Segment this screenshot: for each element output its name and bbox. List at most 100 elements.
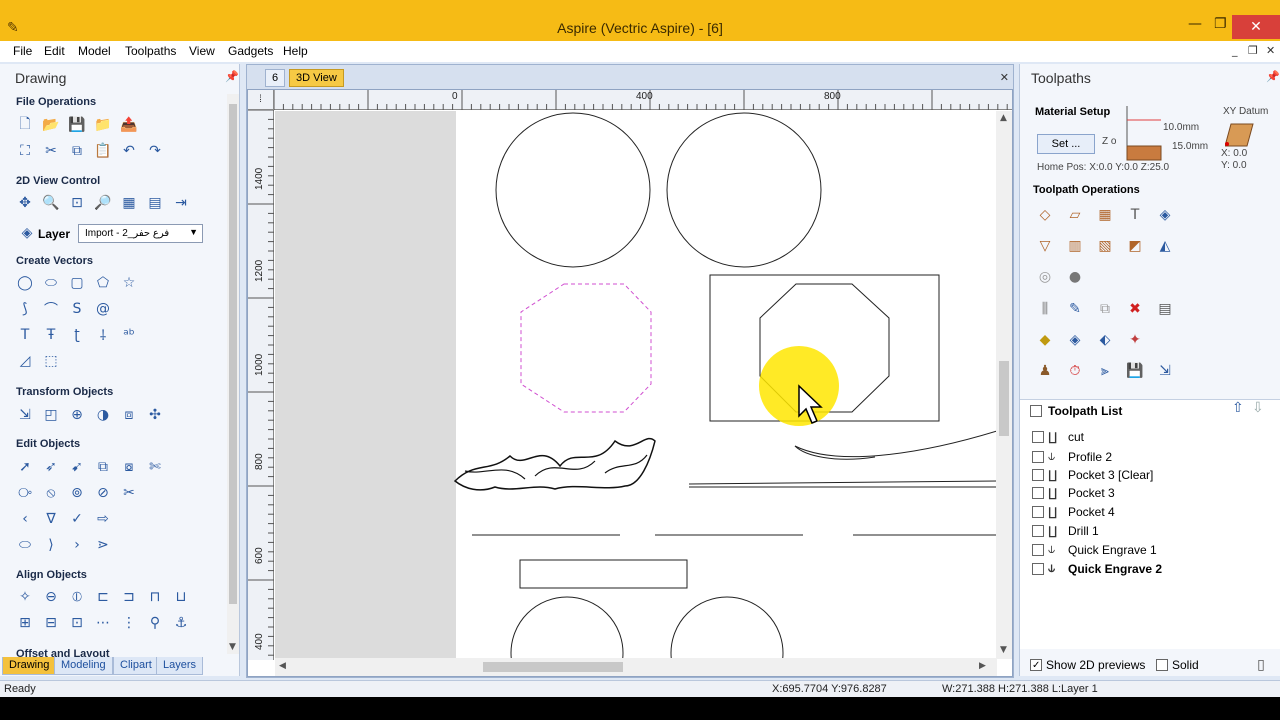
delete-toolpath-icon[interactable]: ✖	[1124, 298, 1146, 320]
import-icon[interactable]: 📁	[92, 114, 114, 136]
redo-icon[interactable]: ↷	[144, 140, 166, 162]
toolpath-checkbox[interactable]	[1032, 543, 1044, 556]
text-arc-icon[interactable]: ⸸	[92, 324, 114, 346]
vector-circle[interactable]	[495, 112, 651, 268]
toolpath-summary-icon[interactable]: ⫸	[1094, 360, 1116, 382]
vector-circle[interactable]	[510, 596, 624, 659]
fluting-toolpath-icon[interactable]: ▥	[1064, 235, 1086, 257]
grid-icon[interactable]: ▦	[118, 192, 140, 214]
vcarve-toolpath-icon[interactable]: ▽	[1034, 235, 1056, 257]
select-icon[interactable]: ➚	[14, 456, 36, 478]
interactive-select-icon[interactable]: ➹	[66, 456, 88, 478]
toolpath-checkbox[interactable]	[1032, 506, 1044, 518]
circle-icon[interactable]: ◯	[14, 272, 36, 294]
tab-tool-icon[interactable]: ⋗	[92, 534, 114, 556]
toolpath-checkbox[interactable]	[1032, 431, 1044, 443]
subtract-icon[interactable]: ⦸	[40, 482, 62, 504]
toolpath-item[interactable]: ∐ cut	[1032, 430, 1084, 444]
reset-preview-icon[interactable]: ✦	[1124, 329, 1146, 351]
vscroll-thumb[interactable]	[999, 361, 1009, 436]
tab-modeling[interactable]: Modeling	[54, 657, 113, 675]
left-panel-scrollbar[interactable]	[227, 94, 239, 654]
menu-gadgets[interactable]: Gadgets	[228, 44, 273, 58]
machining-time-icon[interactable]: ⏱	[1064, 360, 1086, 382]
zoom-selection-icon[interactable]: 🔎	[92, 192, 114, 214]
align-left-icon[interactable]: ⊏	[92, 586, 114, 608]
prism-toolpath-icon[interactable]: ◩	[1124, 235, 1146, 257]
new-file-icon[interactable]: 🗋	[14, 114, 36, 136]
dimension-icon[interactable]: ◿	[14, 350, 36, 372]
toolpath-checkbox[interactable]	[1032, 525, 1044, 537]
fillet-icon[interactable]: ‹	[14, 508, 36, 530]
inlay-toolpath-icon[interactable]: ◈	[1154, 204, 1176, 226]
align-bottom-icon[interactable]: ⊔	[170, 586, 192, 608]
scroll-right-arrow-icon[interactable]: ▶	[979, 661, 986, 671]
close-vector-icon[interactable]: ⬭	[14, 534, 36, 556]
mirror-icon[interactable]: ◑	[92, 404, 114, 426]
tab-layers[interactable]: Layers	[156, 657, 204, 675]
preview-all-icon[interactable]: ◈	[1064, 329, 1086, 351]
move-down-arrow-icon[interactable]: ⇩	[1252, 400, 1264, 416]
zoom-extents-icon[interactable]: ⊡	[66, 192, 88, 214]
tab-drawing[interactable]: Drawing	[2, 657, 57, 675]
scroll-down-arrow-icon[interactable]: ▼	[229, 642, 236, 652]
smooth-icon[interactable]: ⊘	[92, 482, 114, 504]
selected-octagon[interactable]	[520, 283, 652, 413]
tab-3d-view[interactable]: 3D View	[289, 69, 344, 87]
toolpath-checkbox[interactable]	[1032, 469, 1044, 481]
menu-model[interactable]: Model	[78, 44, 111, 58]
preview-selected-icon[interactable]: ⬖	[1094, 329, 1116, 351]
group-icon[interactable]: ⧉	[92, 456, 114, 478]
export-toolpath-icon[interactable]: ⇲	[1154, 360, 1176, 382]
toolpath-item[interactable]: ⫝ Profile 2	[1032, 449, 1112, 464]
copy-icon[interactable]: ⧉	[66, 140, 88, 162]
align-right-icon[interactable]: ⊐	[118, 586, 140, 608]
menu-view[interactable]: View	[189, 44, 215, 58]
polyline-icon[interactable]: ⟆	[14, 298, 36, 320]
ungroup-icon[interactable]: ⧇	[118, 456, 140, 478]
chamfer-icon[interactable]: ∇	[40, 508, 62, 530]
star-icon[interactable]: ☆	[118, 272, 140, 294]
menu-file[interactable]: File	[13, 44, 32, 58]
trace-bitmap-icon[interactable]: ⬚	[40, 350, 62, 372]
ornament-vector[interactable]	[464, 454, 648, 480]
layer-dropdown[interactable]: Import - 2_فرع حفر ▼	[78, 224, 203, 243]
center-in-page-icon[interactable]: ⊞	[14, 612, 36, 634]
solid-checkbox[interactable]	[1156, 659, 1168, 671]
extend-icon[interactable]: ✓	[66, 508, 88, 530]
space-v-icon[interactable]: ⋮	[118, 612, 140, 634]
toolpath-checkbox[interactable]	[1032, 562, 1044, 575]
preview-settings-icon[interactable]: ▯	[1250, 654, 1272, 676]
material-set-button[interactable]: Set ...	[1037, 134, 1095, 154]
scissors-icon[interactable]: ✄	[144, 456, 166, 478]
vector-circle[interactable]	[670, 596, 784, 659]
curve-vector[interactable]	[794, 430, 997, 458]
save-toolpath-icon[interactable]: 💾	[1124, 360, 1146, 382]
curve-vector[interactable]	[794, 445, 876, 460]
toolpath-checkbox[interactable]	[1032, 487, 1044, 499]
drawing-canvas[interactable]	[275, 111, 997, 659]
rotate-icon[interactable]: ⊕	[66, 404, 88, 426]
lock-icon[interactable]: ⚲	[144, 612, 166, 634]
distribute-h-icon[interactable]: ⊟	[40, 612, 62, 634]
mdi-close-icon[interactable]: ✕	[1266, 44, 1275, 57]
zoom-icon[interactable]: 🔍	[40, 192, 62, 214]
3d-roughing-icon[interactable]: ◎	[1034, 266, 1056, 288]
distribute-v-icon[interactable]: ⊡	[66, 612, 88, 634]
solid-option[interactable]: Solid	[1156, 658, 1199, 672]
undo-icon[interactable]: ↶	[118, 140, 140, 162]
toolpath-item-selected[interactable]: ⫝ Quick Engrave 2	[1032, 561, 1162, 576]
mdi-minimize-icon[interactable]: _	[1232, 44, 1238, 57]
open-file-icon[interactable]: 📂	[40, 114, 62, 136]
minimize-icon[interactable]: —	[1188, 16, 1202, 32]
auto-layout-text-icon[interactable]: ᵃᵇ	[118, 324, 140, 346]
join-icon[interactable]: ⟩	[40, 534, 62, 556]
drilling-toolpath-icon[interactable]: ▦	[1094, 204, 1116, 226]
align-page-center-icon[interactable]: ✧	[14, 586, 36, 608]
show-2d-previews-checkbox[interactable]	[1030, 659, 1042, 671]
curve-fit-icon[interactable]: ›	[66, 534, 88, 556]
preview-toolpath-icon[interactable]: ◆	[1034, 329, 1056, 351]
text-on-curve-icon[interactable]: ʈ	[66, 324, 88, 346]
3d-finishing-icon[interactable]: ●	[1064, 266, 1086, 288]
job-size-icon[interactable]: ⛶	[14, 140, 36, 162]
